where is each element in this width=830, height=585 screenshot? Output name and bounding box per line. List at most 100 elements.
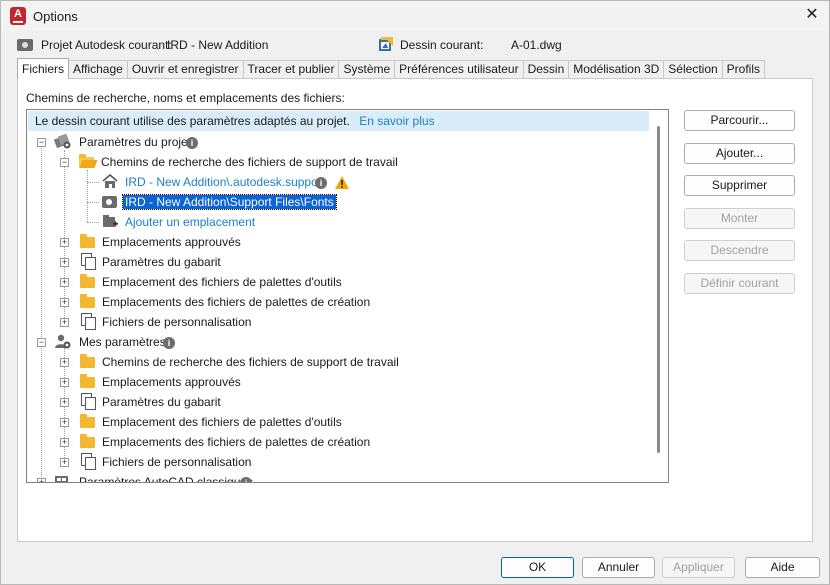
tree-node-my-settings[interactable]: Mes paramètres	[79, 332, 166, 352]
current-project-label: Projet Autodesk courant:	[41, 38, 172, 52]
folder-icon	[80, 234, 95, 248]
drawing-icon	[379, 37, 393, 51]
folder-icon	[80, 434, 95, 448]
title-bar: A Options ✕	[1, 1, 829, 31]
current-drawing-value: A-01.dwg	[511, 38, 562, 52]
tab-profils[interactable]: Profils	[721, 60, 766, 79]
project-settings-icon	[54, 134, 71, 149]
move-down-button[interactable]: Descendre	[684, 240, 795, 261]
help-button[interactable]: Aide	[745, 557, 820, 578]
autocad-app-icon: A	[10, 7, 26, 25]
remove-button[interactable]: Supprimer	[684, 175, 795, 196]
collapse-toggle[interactable]: −	[37, 338, 46, 347]
customization-pages-icon	[81, 313, 96, 330]
tree-node-project-settings[interactable]: Paramètres du projet	[79, 132, 191, 152]
ok-button[interactable]: OK	[501, 557, 574, 578]
info-icon[interactable]: i	[163, 337, 175, 349]
current-project-value: IRD - New Addition	[167, 38, 269, 52]
collapse-toggle[interactable]: −	[37, 138, 46, 147]
info-icon[interactable]: i	[186, 137, 198, 149]
expand-toggle[interactable]: +	[60, 358, 69, 367]
add-location-link[interactable]: Ajouter un emplacement	[125, 212, 255, 232]
expand-toggle[interactable]: +	[60, 398, 69, 407]
tree-node-path-fonts[interactable]: IRD - New Addition\Support Files\Fonts	[122, 192, 337, 212]
expand-toggle[interactable]: +	[60, 318, 69, 327]
tab-modelisation-3d[interactable]: Modélisation 3D	[568, 60, 665, 79]
tree-node-my-customization[interactable]: Fichiers de personnalisation	[102, 452, 251, 472]
tree-node-trusted-locations[interactable]: Emplacements approuvés	[102, 232, 241, 252]
open-folder-icon	[79, 154, 94, 168]
tab-tracer-publier[interactable]: Tracer et publier	[242, 60, 340, 79]
expand-toggle[interactable]: +	[60, 278, 69, 287]
tab-fichiers[interactable]: Fichiers	[17, 58, 70, 79]
tree-node-tool-palettes[interactable]: Emplacement des fichiers de palettes d'o…	[102, 272, 342, 292]
selected-path-label: IRD - New Addition\Support Files\Fonts	[122, 194, 337, 210]
project-settings-notice: Le dessin courant utilise des paramètres…	[28, 111, 649, 131]
expand-toggle[interactable]: +	[37, 478, 46, 482]
tree-node-my-support-paths[interactable]: Chemins de recherche des fichiers de sup…	[102, 352, 399, 372]
camera-icon	[102, 196, 117, 208]
close-icon[interactable]: ✕	[803, 6, 821, 24]
tree-node-support-paths[interactable]: Chemins de recherche des fichiers de sup…	[101, 152, 398, 172]
apply-button[interactable]: Appliquer	[662, 557, 735, 578]
project-camera-icon	[17, 39, 33, 51]
tab-dessin[interactable]: Dessin	[522, 60, 570, 79]
tree-scrollbar[interactable]	[649, 110, 668, 482]
add-button[interactable]: Ajouter...	[684, 143, 795, 164]
folder-icon	[80, 294, 95, 308]
tree-node-template-settings[interactable]: Paramètres du gabarit	[102, 252, 221, 272]
scrollbar-thumb[interactable]	[657, 126, 660, 453]
warning-icon	[335, 176, 349, 189]
tab-selection[interactable]: Sélection	[663, 60, 723, 79]
info-icon[interactable]: i	[240, 477, 252, 482]
folder-icon	[80, 354, 95, 368]
folder-icon	[80, 414, 95, 428]
current-drawing-label: Dessin courant:	[400, 38, 484, 52]
info-icon[interactable]: i	[315, 177, 327, 189]
tab-ouvrir-enregistrer[interactable]: Ouvrir et enregistrer	[126, 60, 244, 79]
classic-settings-icon	[55, 476, 68, 482]
home-icon	[102, 174, 118, 188]
expand-toggle[interactable]: +	[60, 418, 69, 427]
tree-node-path-support[interactable]: IRD - New Addition\.autodesk.support	[125, 172, 325, 192]
tab-preferences-utilisateur[interactable]: Préférences utilisateur	[394, 60, 524, 79]
tree-node-classic-settings[interactable]: Paramètres AutoCAD classiques	[79, 472, 253, 482]
folder-icon	[80, 374, 95, 388]
tree-line	[41, 146, 42, 481]
options-dialog: A Options ✕ Projet Autodesk courant: IRD…	[0, 0, 830, 585]
learn-more-link[interactable]: En savoir plus	[359, 114, 434, 128]
tree-line	[87, 182, 99, 183]
section-label: Chemins de recherche, noms et emplacemen…	[26, 91, 345, 105]
file-search-tree[interactable]: Le dessin courant utilise des paramètres…	[26, 109, 669, 483]
notice-text: Le dessin courant utilise des paramètres…	[35, 114, 350, 128]
tree-node-my-tool-palettes[interactable]: Emplacement des fichiers de palettes d'o…	[102, 412, 342, 432]
tree-node-my-trusted[interactable]: Emplacements approuvés	[102, 372, 241, 392]
tree-node-customization[interactable]: Fichiers de personnalisation	[102, 312, 251, 332]
folder-icon	[80, 274, 95, 288]
cancel-button[interactable]: Annuler	[582, 557, 655, 578]
template-pages-icon	[81, 393, 96, 410]
expand-toggle[interactable]: +	[60, 258, 69, 267]
add-location-icon	[103, 215, 118, 227]
user-settings-icon	[55, 334, 71, 349]
tree-node-my-authoring-palettes[interactable]: Emplacements des fichiers de palettes de…	[102, 432, 370, 452]
tab-systeme[interactable]: Système	[338, 60, 396, 79]
expand-toggle[interactable]: +	[60, 438, 69, 447]
expand-toggle[interactable]: +	[60, 378, 69, 387]
move-up-button[interactable]: Monter	[684, 208, 795, 229]
window-title: Options	[33, 9, 78, 24]
customization-pages-icon	[81, 453, 96, 470]
tree-line	[87, 202, 99, 203]
browse-button[interactable]: Parcourir...	[684, 110, 795, 131]
expand-toggle[interactable]: +	[60, 238, 69, 247]
tab-affichage[interactable]: Affichage	[68, 60, 128, 79]
expand-toggle[interactable]: +	[60, 298, 69, 307]
template-pages-icon	[81, 253, 96, 270]
tree-line	[87, 170, 88, 222]
collapse-toggle[interactable]: −	[60, 158, 69, 167]
tree-node-my-template[interactable]: Paramètres du gabarit	[102, 392, 221, 412]
tree-node-authoring-palettes[interactable]: Emplacements des fichiers de palettes de…	[102, 292, 370, 312]
set-current-button[interactable]: Définir courant	[684, 273, 795, 294]
expand-toggle[interactable]: +	[60, 458, 69, 467]
tree-line	[87, 222, 99, 223]
